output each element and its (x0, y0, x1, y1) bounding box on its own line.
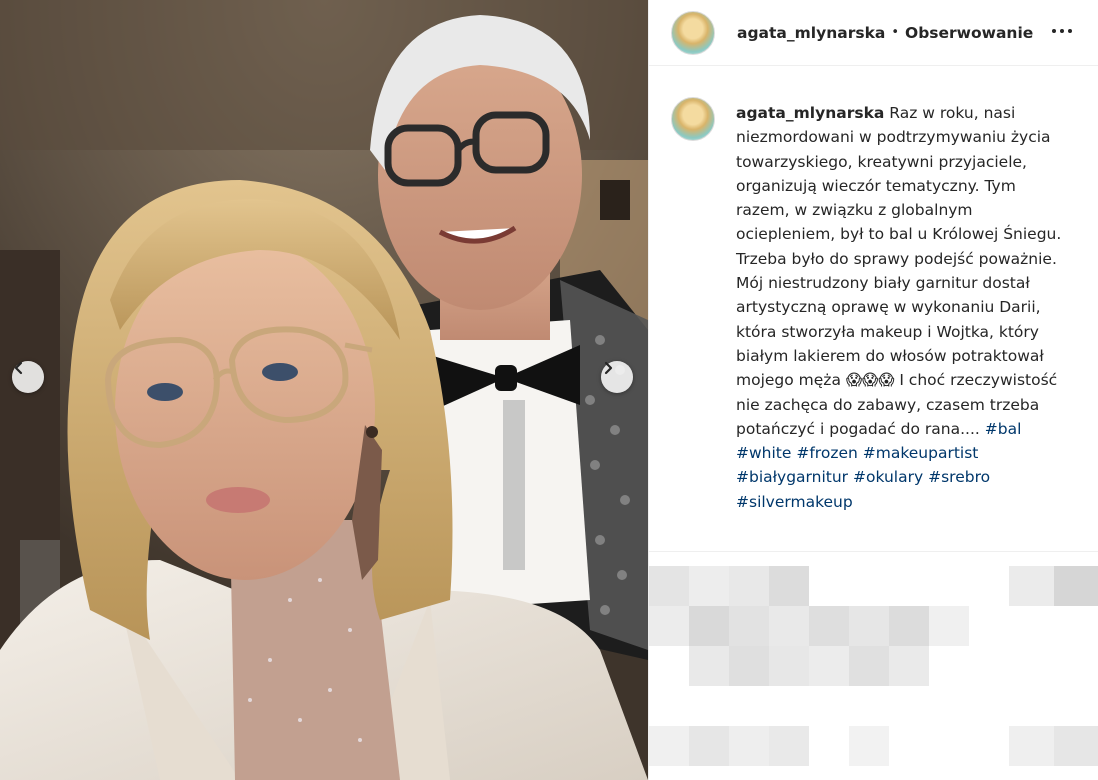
hashtag-link[interactable]: #białygarnitur (736, 468, 848, 486)
post-side-panel: agata_mlynarska • Obserwowanie agata_mly… (649, 0, 1098, 780)
header-username[interactable]: agata_mlynarska (737, 24, 885, 42)
hashtag-link[interactable]: #makeupartist (863, 444, 979, 462)
previous-photo-button[interactable] (12, 361, 44, 393)
section-divider (649, 551, 1098, 552)
header-separator: • (891, 25, 900, 40)
post-photo[interactable] (0, 0, 648, 780)
hashtag-link[interactable]: #frozen (796, 444, 857, 462)
caption-username[interactable]: agata_mlynarska (736, 104, 884, 122)
caption-text: Raz w roku, nasi niezmordowani w podtrzy… (736, 104, 1062, 390)
hashtag-link[interactable]: #okulary (853, 468, 923, 486)
hashtag-link[interactable]: #silvermakeup (736, 493, 853, 511)
hashtag-link[interactable]: #bal (985, 420, 1022, 438)
caption-section: agata_mlynarska Raz w roku, nasi niezmor… (649, 67, 1098, 551)
avatar[interactable] (671, 10, 715, 55)
post-caption: agata_mlynarska Raz w roku, nasi niezmor… (736, 101, 1066, 514)
caption-avatar[interactable] (671, 97, 715, 141)
hashtag-link[interactable]: #srebro (928, 468, 990, 486)
hashtag-link[interactable]: #white (736, 444, 791, 462)
post-header: agata_mlynarska • Obserwowanie (649, 0, 1098, 66)
more-options-icon[interactable] (1052, 24, 1076, 38)
chevron-right-icon (604, 361, 613, 375)
pixelated-comments (649, 556, 1098, 780)
chevron-left-icon (14, 361, 23, 375)
caption-emojis: 😱😱😱 (845, 371, 895, 390)
photo-illustration (0, 0, 648, 780)
next-photo-button[interactable] (601, 361, 633, 393)
follow-status-button[interactable]: Obserwowanie (905, 24, 1033, 42)
